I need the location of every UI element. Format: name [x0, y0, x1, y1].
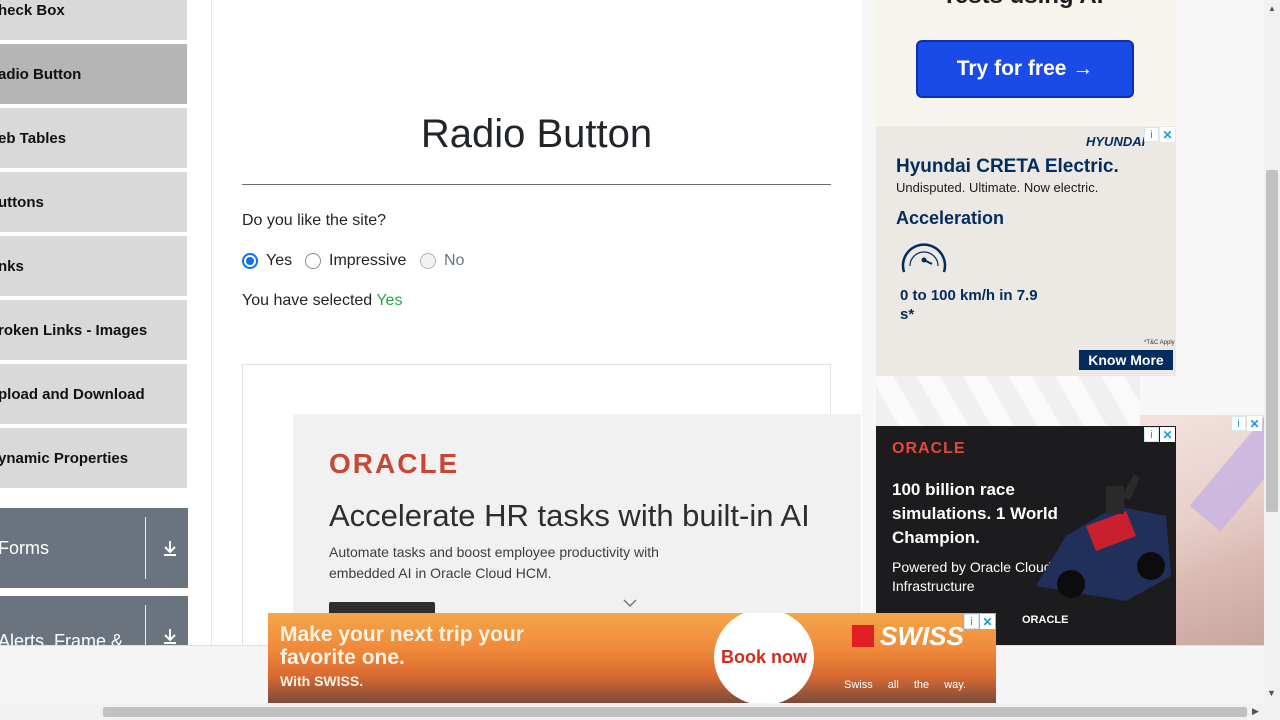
sidebar-item-label: adio Button	[0, 65, 82, 83]
top-ad[interactable]: Tests using AI Try for free →	[876, 0, 1176, 125]
page-title: Radio Button	[420, 112, 653, 156]
download-arrow-icon	[164, 541, 176, 556]
radio-impressive[interactable]	[305, 253, 321, 269]
ad-choices-icon[interactable]: i	[1144, 127, 1159, 142]
ad-graphic	[1189, 415, 1264, 532]
horizontal-scrollbar[interactable]: ▶	[0, 704, 1280, 720]
radio-no	[420, 253, 436, 269]
radio-option-no: No	[420, 252, 464, 270]
scrollbar-thumb[interactable]	[103, 707, 1247, 717]
book-now-button[interactable]: Book now	[714, 613, 814, 703]
hyundai-logo: HYUNDAI	[1086, 134, 1146, 149]
sidebar-item-label: nks	[0, 257, 24, 275]
sidebar-item-buttons[interactable]: uttons	[0, 172, 187, 234]
scroll-up-icon[interactable]: ▲	[1268, 4, 1276, 13]
close-icon[interactable]: ✕	[1247, 416, 1262, 431]
ad-tagline: Swiss all the way.	[844, 679, 966, 691]
sidebar: heck Box adio Button eb Tables uttons nk…	[0, 0, 188, 676]
sidebar-item-broken-links[interactable]: roken Links - Images	[0, 300, 187, 362]
page: heck Box adio Button eb Tables uttons nk…	[0, 0, 1280, 720]
ad-headline: Accelerate HR tasks with built-in AI	[329, 498, 810, 533]
group-header-forms[interactable]: Forms	[0, 508, 188, 588]
close-icon[interactable]: ✕	[980, 614, 995, 629]
know-more-button[interactable]: Know More	[1079, 350, 1173, 370]
sidebar-item-label: eb Tables	[0, 129, 67, 147]
radio-label-yes[interactable]: Yes	[266, 252, 292, 270]
sidebar-item-label: ynamic Properties	[0, 449, 129, 467]
scroll-down-icon[interactable]: ▼	[1267, 688, 1276, 698]
radio-yes[interactable]	[242, 253, 258, 269]
ad-choices-icon[interactable]: i	[1144, 427, 1159, 442]
sidebar-item-radio-button[interactable]: adio Button	[0, 44, 187, 106]
swiss-ad[interactable]: Make your next trip your favorite one. W…	[268, 613, 996, 703]
try-for-free-button[interactable]: Try for free →	[916, 40, 1134, 98]
result-value: Yes	[376, 292, 403, 309]
radio-option-yes[interactable]: Yes	[242, 252, 292, 270]
scrollbar-thumb[interactable]	[1266, 170, 1278, 512]
title-divider	[242, 184, 831, 185]
ad-disclaimer: *T&C Apply	[1144, 340, 1175, 346]
vertical-scrollbar[interactable]: ▲ ▼	[1264, 0, 1280, 704]
group-header-divider	[145, 517, 146, 579]
content-divider	[211, 0, 212, 645]
hyundai-ad[interactable]: HYUNDAI Hyundai CRETA Electric. Undisput…	[876, 126, 1176, 376]
speedometer-icon	[901, 243, 947, 273]
radio-label-no: No	[444, 252, 465, 269]
ad-stat: 0 to 100 km/h in 7.9 s*	[900, 287, 1038, 323]
ad-tagline: Tests using AI	[942, 0, 1103, 10]
download-arrow-icon	[164, 629, 176, 644]
sidebar-item-check-box[interactable]: heck Box	[0, 0, 187, 42]
ad-subtitle: Undisputed. Ultimate. Now electric.	[896, 180, 1099, 195]
oracle-logo: ORACLE	[892, 440, 966, 457]
group-header-label: Forms	[0, 537, 49, 558]
sidebar-item-label: heck Box	[0, 1, 65, 19]
sidebar-item-upload-download[interactable]: pload and Download	[0, 364, 187, 426]
ad-background-pattern	[876, 376, 1140, 426]
swiss-flag-icon	[852, 625, 874, 647]
sidebar-item-label: uttons	[0, 193, 44, 211]
swiss-logo: SWISS	[880, 621, 964, 651]
radio-option-impressive[interactable]: Impressive	[305, 252, 406, 270]
radio-label-impressive[interactable]: Impressive	[329, 252, 406, 270]
sidebar-item-web-tables[interactable]: eb Tables	[0, 108, 187, 170]
ad-feature: Acceleration	[896, 208, 1005, 228]
question-text: Do you like the site?	[242, 212, 387, 229]
ad-brand: ORACLE	[1022, 614, 1069, 626]
close-icon[interactable]: ✕	[1160, 427, 1175, 442]
ad-body: Automate tasks and boost employee produc…	[329, 544, 659, 581]
race-car-image	[1036, 474, 1171, 601]
oracle-logo: ORACLE	[329, 448, 460, 479]
sidebar-item-label: pload and Download	[0, 385, 145, 403]
sidebar-item-links[interactable]: nks	[0, 236, 187, 298]
ad-headline: Hyundai CRETA Electric.	[896, 156, 1119, 177]
sidebar-item-label: roken Links - Images	[0, 321, 148, 339]
selection-result: You have selected Yes	[242, 292, 402, 310]
ad-subtitle: With SWISS.	[280, 673, 364, 689]
scroll-right-icon[interactable]: ▶	[1252, 706, 1259, 717]
close-icon[interactable]: ✕	[1160, 127, 1175, 142]
result-prefix: You have selected	[242, 292, 377, 309]
ad-headline: Make your next trip your favorite one.	[280, 623, 524, 669]
chevron-down-icon[interactable]	[623, 598, 637, 608]
ad-choices-icon[interactable]: i	[1231, 416, 1246, 431]
sidebar-item-dynamic-properties[interactable]: ynamic Properties	[0, 428, 187, 490]
ad-choices-icon[interactable]: i	[964, 614, 979, 629]
